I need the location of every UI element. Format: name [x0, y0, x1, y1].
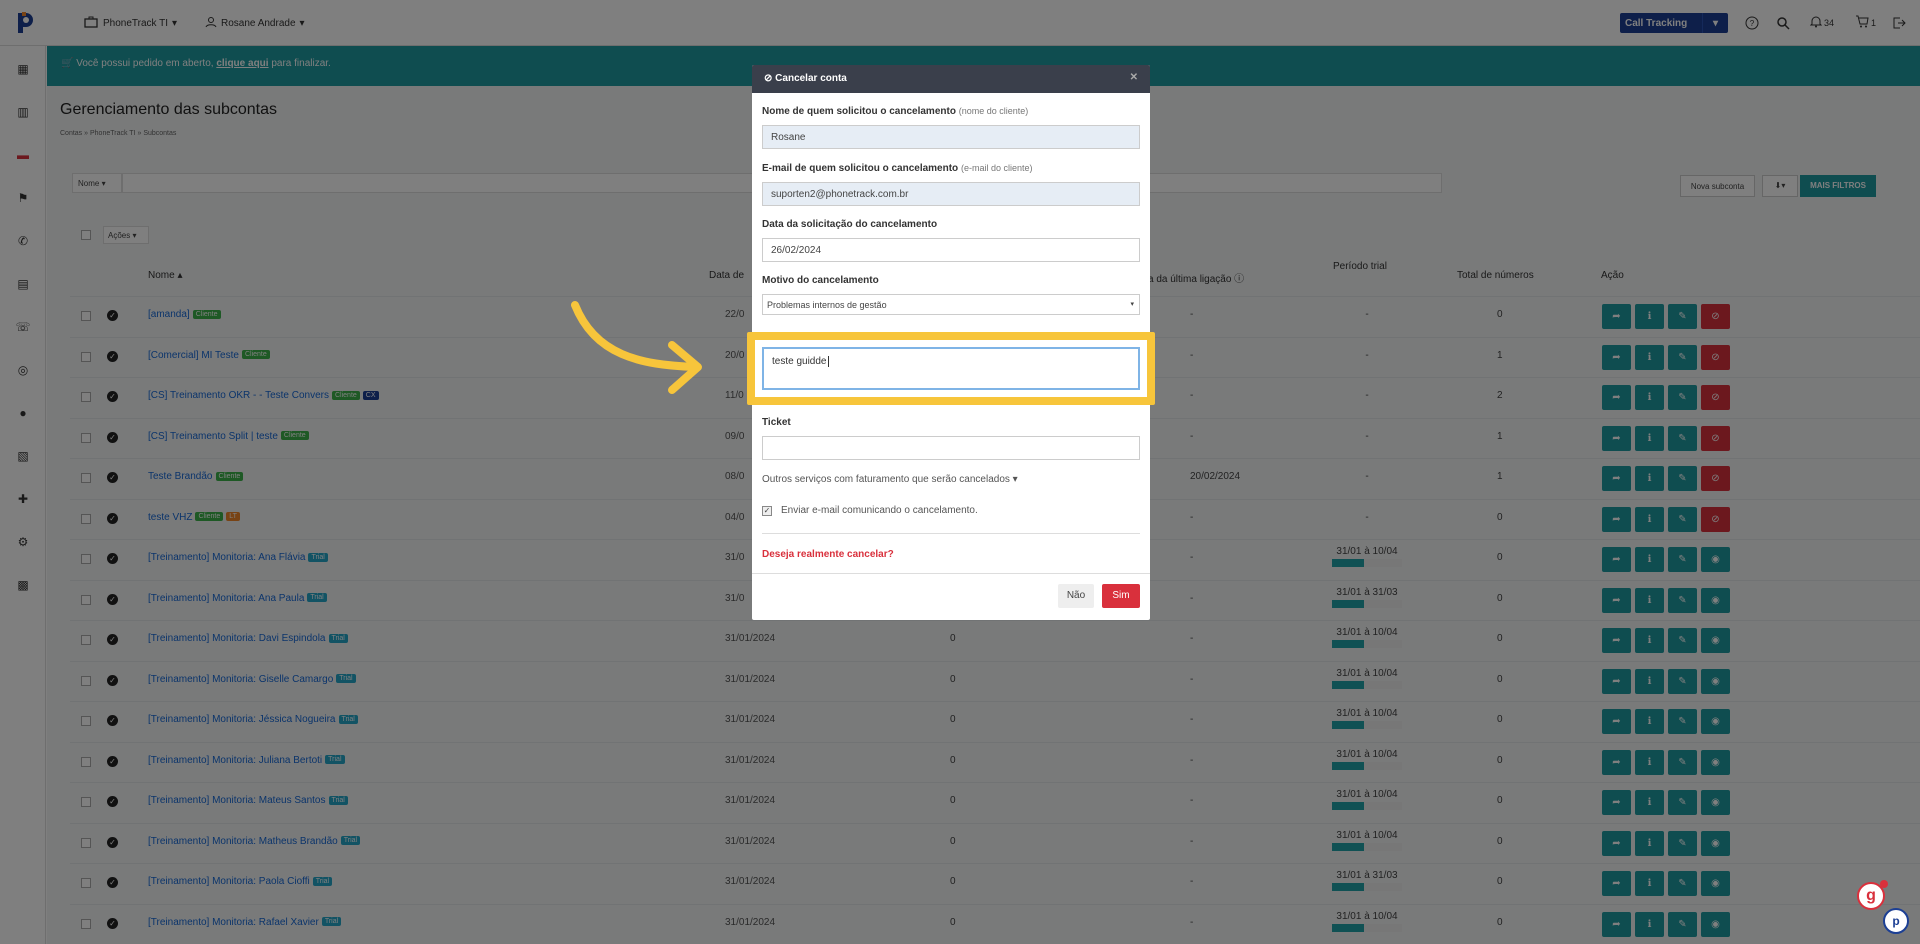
no-button[interactable]: Não	[1058, 584, 1094, 608]
reason-select[interactable]: Problemas internos de gestão ▾	[762, 294, 1140, 315]
notification-dot	[1880, 880, 1888, 888]
ticket-label: Ticket	[762, 417, 791, 428]
ban-icon: ⊘	[764, 73, 773, 84]
highlight-frame	[747, 332, 1155, 405]
requester-name-field[interactable]: Rosane	[762, 125, 1140, 149]
requester-label-text: Nome de quem solicitou o cancelamento	[762, 106, 956, 117]
send-email-label: Enviar e-mail comunicando o cancelamento…	[781, 505, 978, 516]
modal-header: ⊘ Cancelar conta ✕	[752, 65, 1150, 93]
ticket-field[interactable]	[762, 436, 1140, 460]
reason-label: Motivo do cancelamento	[762, 275, 879, 286]
email-label: E-mail de quem solicitou o cancelamento …	[762, 163, 1032, 174]
close-icon[interactable]: ✕	[1130, 72, 1138, 83]
divider	[762, 533, 1140, 534]
requester-label: Nome de quem solicitou o cancelamento (n…	[762, 106, 1028, 117]
caret-down-icon: ▾	[1130, 301, 1134, 308]
reason-value: Problemas internos de gestão	[767, 300, 887, 310]
other-services-toggle[interactable]: Outros serviços com faturamento que serã…	[762, 474, 1018, 485]
email-hint: (e-mail do cliente)	[960, 163, 1033, 173]
confirm-question: Deseja realmente cancelar?	[762, 549, 894, 560]
modal-title: Cancelar conta	[775, 73, 847, 84]
request-date-field[interactable]: 26/02/2024	[762, 238, 1140, 262]
yes-button[interactable]: Sim	[1102, 584, 1140, 608]
requester-email-field[interactable]: suporten2@phonetrack.com.br	[762, 182, 1140, 206]
footer-divider	[752, 573, 1150, 574]
chat-widget-icon[interactable]: p	[1883, 908, 1909, 934]
send-email-checkbox[interactable]: ✓	[762, 506, 772, 516]
date-label: Data da solicitação do cancelamento	[762, 219, 938, 230]
email-label-text: E-mail de quem solicitou o cancelamento	[762, 163, 959, 174]
pointer-arrow-icon	[571, 301, 702, 394]
requester-hint: (nome do cliente)	[958, 106, 1029, 116]
